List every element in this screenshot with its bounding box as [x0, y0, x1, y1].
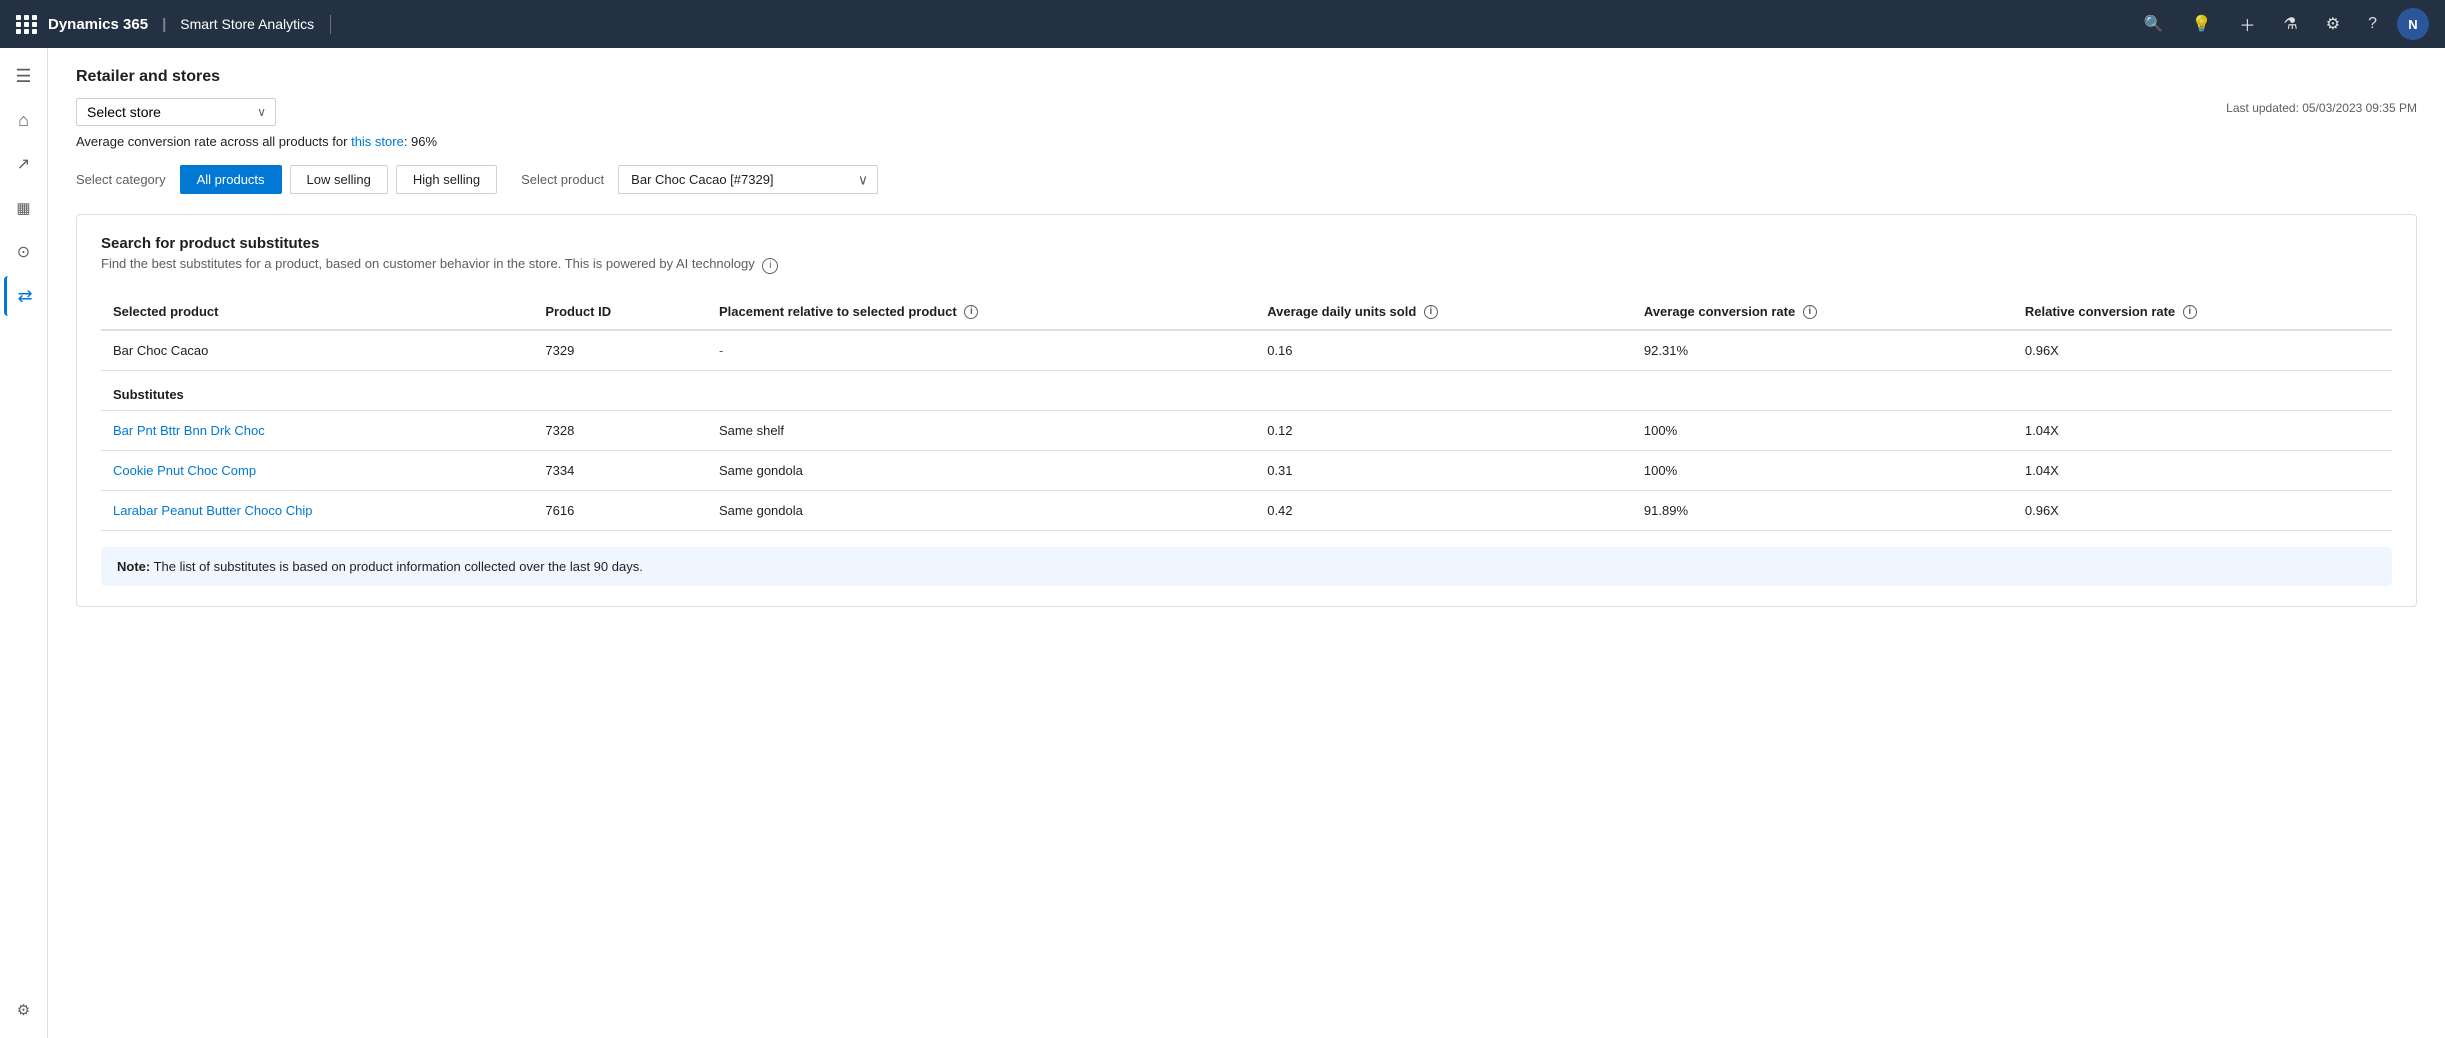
sidebar-item-reports[interactable]: ▦: [4, 188, 44, 228]
topnav: Dynamics 365 | Smart Store Analytics 🔍 💡…: [0, 0, 2445, 48]
substitutes-header-label: Substitutes: [101, 371, 2392, 411]
selected-product-row: Bar Choc Cacao 7329 - 0.16 92.31% 0.96X: [101, 330, 2392, 371]
sidebar-item-insights[interactable]: ⊙: [4, 232, 44, 272]
substitute-2-avg-conversion: 91.89%: [1632, 491, 2013, 531]
substitute-1-placement: Same gondola: [707, 451, 1255, 491]
substitute-1-avg-conversion: 100%: [1632, 451, 2013, 491]
substitute-row: Larabar Peanut Butter Choco Chip 7616 Sa…: [101, 491, 2392, 531]
substitute-1-name[interactable]: Cookie Pnut Choc Comp: [101, 451, 533, 491]
substitute-2-name[interactable]: Larabar Peanut Butter Choco Chip: [101, 491, 533, 531]
selected-product-placement: -: [707, 330, 1255, 371]
substitute-1-id: 7334: [533, 451, 707, 491]
sidebar-item-analytics[interactable]: ↗: [4, 144, 44, 184]
substitute-2-placement: Same gondola: [707, 491, 1255, 531]
product-dropdown-wrapper: Bar Choc Cacao [#7329] ∨: [618, 165, 878, 194]
substitute-0-placement: Same shelf: [707, 411, 1255, 451]
substitute-2-rel-conversion: 0.96X: [2013, 491, 2392, 531]
substitute-0-rel-conversion: 1.04X: [2013, 411, 2392, 451]
avg-conversion-text: Average conversion rate across all produ…: [76, 134, 2417, 149]
substitute-0-avg-conversion: 100%: [1632, 411, 2013, 451]
col-avg-conversion: Average conversion rate i: [1632, 294, 2013, 331]
placement-info-icon[interactable]: i: [964, 305, 978, 319]
avatar[interactable]: N: [2397, 8, 2429, 40]
last-updated: Last updated: 05/03/2023 09:35 PM: [2226, 101, 2417, 115]
sidebar: ☰ ⌂ ↗ ▦ ⊙ ⇄ ⚙: [0, 48, 48, 1038]
substitute-2-id: 7616: [533, 491, 707, 531]
module-name: Smart Store Analytics: [180, 16, 314, 32]
selected-product-avg-conversion: 92.31%: [1632, 330, 2013, 371]
store-dropdown[interactable]: Select store: [76, 98, 276, 126]
table-header-row: Selected product Product ID Placement re…: [101, 294, 2392, 331]
selected-product-id: 7329: [533, 330, 707, 371]
category-label: Select category: [76, 172, 166, 187]
avg-units-info-icon[interactable]: i: [1424, 305, 1438, 319]
section-subtitle: Find the best substitutes for a product,…: [101, 256, 2392, 274]
sidebar-item-substitutes[interactable]: ⇄: [4, 276, 44, 316]
page-title: Retailer and stores: [76, 68, 2417, 86]
substitutes-section: Search for product substitutes Find the …: [76, 214, 2417, 607]
rel-conversion-info-icon[interactable]: i: [2183, 305, 2197, 319]
filter-bar: Select category All products Low selling…: [76, 165, 2417, 194]
filter-icon[interactable]: ⚗: [2275, 14, 2305, 34]
brand-area: Dynamics 365 | Smart Store Analytics: [16, 15, 331, 34]
main-content: Retailer and stores Select store ∨ Last …: [48, 48, 2445, 1038]
subtitle-info-icon[interactable]: i: [762, 258, 778, 274]
substitutes-table: Selected product Product ID Placement re…: [101, 294, 2392, 532]
avg-conversion-info-icon[interactable]: i: [1803, 305, 1817, 319]
sidebar-item-settings[interactable]: ⚙: [4, 990, 44, 1030]
note-text: The list of substitutes is based on prod…: [154, 559, 643, 574]
sidebar-item-home[interactable]: ⌂: [4, 100, 44, 140]
selected-product-rel-conversion: 0.96X: [2013, 330, 2392, 371]
lightbulb-icon[interactable]: 💡: [2183, 14, 2219, 34]
product-label: Select product: [521, 172, 604, 187]
substitute-0-name[interactable]: Bar Pnt Bttr Bnn Drk Choc: [101, 411, 533, 451]
selected-product-name: Bar Choc Cacao: [101, 330, 533, 371]
note-label: Note:: [117, 559, 150, 574]
section-title: Search for product substitutes: [101, 235, 2392, 252]
substitute-0-avg-units: 0.12: [1255, 411, 1632, 451]
note-box: Note: The list of substitutes is based o…: [101, 547, 2392, 586]
col-relative-conversion: Relative conversion rate i: [2013, 294, 2392, 331]
plus-icon[interactable]: ＋: [2231, 12, 2263, 36]
substitutes-header-row: Substitutes: [101, 371, 2392, 411]
category-high-selling[interactable]: High selling: [396, 165, 497, 194]
waffle-icon[interactable]: [16, 15, 38, 34]
substitute-1-rel-conversion: 1.04X: [2013, 451, 2392, 491]
substitute-0-id: 7328: [533, 411, 707, 451]
substitute-1-avg-units: 0.31: [1255, 451, 1632, 491]
category-all-products[interactable]: All products: [180, 165, 282, 194]
selected-product-avg-units: 0.16: [1255, 330, 1632, 371]
substitute-row: Bar Pnt Bttr Bnn Drk Choc 7328 Same shel…: [101, 411, 2392, 451]
substitute-row: Cookie Pnut Choc Comp 7334 Same gondola …: [101, 451, 2392, 491]
col-product-id: Product ID: [533, 294, 707, 331]
col-placement: Placement relative to selected product i: [707, 294, 1255, 331]
settings-icon[interactable]: ⚙: [2318, 14, 2348, 34]
brand-name: Dynamics 365: [48, 16, 148, 33]
substitute-2-avg-units: 0.42: [1255, 491, 1632, 531]
help-icon[interactable]: ?: [2360, 15, 2385, 33]
product-dropdown[interactable]: Bar Choc Cacao [#7329]: [618, 165, 878, 194]
col-selected-product: Selected product: [101, 294, 533, 331]
col-avg-daily-units: Average daily units sold i: [1255, 294, 1632, 331]
category-low-selling[interactable]: Low selling: [290, 165, 388, 194]
search-icon[interactable]: 🔍: [2136, 14, 2172, 34]
store-dropdown-wrapper: Select store ∨: [76, 98, 276, 126]
sidebar-item-hamburger[interactable]: ☰: [4, 56, 44, 96]
